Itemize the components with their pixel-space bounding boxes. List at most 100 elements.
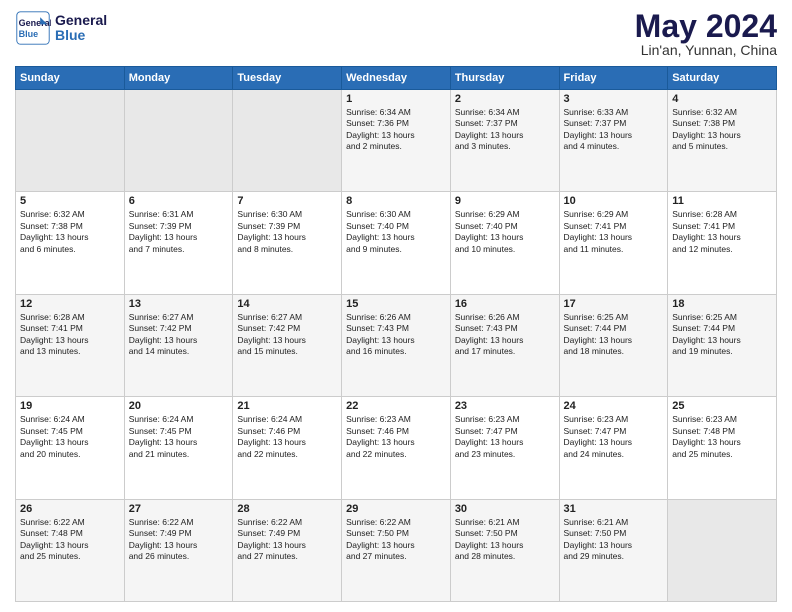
day-info: Sunrise: 6:26 AMSunset: 7:43 PMDaylight:… — [346, 312, 446, 358]
day-number: 11 — [672, 195, 772, 207]
calendar-cell: 15Sunrise: 6:26 AMSunset: 7:43 PMDayligh… — [342, 294, 451, 396]
calendar-cell: 30Sunrise: 6:21 AMSunset: 7:50 PMDayligh… — [450, 499, 559, 601]
calendar-cell: 9 Sunrise: 6:29 AMSunset: 7:40 PMDaylight… — [450, 192, 559, 294]
title-section: May 2024 Lin'an, Yunnan, China — [635, 10, 777, 58]
day-info: Sunrise: 6:25 AMSunset: 7:44 PMDaylight:… — [564, 312, 664, 358]
day-number: 12 — [20, 298, 120, 310]
calendar-cell — [124, 90, 233, 192]
logo-line2: Blue — [55, 28, 107, 43]
day-info: Sunrise: 6:25 AMSunset: 7:44 PMDaylight:… — [672, 312, 772, 358]
day-info: Sunrise: 6:22 AMSunset: 7:49 PMDaylight:… — [237, 517, 337, 563]
day-number: 4 — [672, 93, 772, 105]
calendar-cell: 3 Sunrise: 6:33 AMSunset: 7:37 PMDaylight… — [559, 90, 668, 192]
day-number: 31 — [564, 503, 664, 515]
calendar-cell: 24 Sunrise: 6:23 AMSunset: 7:47 PMDayligh… — [559, 397, 668, 499]
day-info: Sunrise: 6:23 AMSunset: 7:48 PMDaylight:… — [672, 414, 772, 460]
day-info: Sunrise: 6:22 AMSunset: 7:48 PMDaylight:… — [20, 517, 120, 563]
day-info: Sunrise: 6:21 AMSunset: 7:50 PMDaylight:… — [564, 517, 664, 563]
calendar-cell — [233, 90, 342, 192]
day-number: 8 — [346, 195, 446, 207]
day-info: Sunrise: 6:30 AMSunset: 7:39 PMDaylight:… — [237, 209, 337, 255]
day-info: Sunrise: 6:28 AMSunset: 7:41 PMDaylight:… — [672, 209, 772, 255]
calendar-cell: 11 Sunrise: 6:28 AMSunset: 7:41 PMDayligh… — [668, 192, 777, 294]
day-number: 13 — [129, 298, 229, 310]
calendar-cell: 27 Sunrise: 6:22 AMSunset: 7:49 PMDayligh… — [124, 499, 233, 601]
calendar-cell: 29 Sunrise: 6:22 AMSunset: 7:50 PMDayligh… — [342, 499, 451, 601]
day-number: 27 — [129, 503, 229, 515]
calendar-cell: 22Sunrise: 6:23 AMSunset: 7:46 PMDayligh… — [342, 397, 451, 499]
calendar-cell: 2 Sunrise: 6:34 AMSunset: 7:37 PMDaylight… — [450, 90, 559, 192]
calendar-body: 1 Sunrise: 6:34 AMSunset: 7:36 PMDaylight… — [16, 90, 777, 602]
weekday-header-thursday: Thursday — [450, 67, 559, 90]
day-info: Sunrise: 6:22 AMSunset: 7:49 PMDaylight:… — [129, 517, 229, 563]
day-info: Sunrise: 6:27 AMSunset: 7:42 PMDaylight:… — [237, 312, 337, 358]
calendar-cell: 18 Sunrise: 6:25 AMSunset: 7:44 PMDayligh… — [668, 294, 777, 396]
calendar-cell: 7Sunrise: 6:30 AMSunset: 7:39 PMDaylight… — [233, 192, 342, 294]
day-number: 5 — [20, 195, 120, 207]
day-number: 18 — [672, 298, 772, 310]
weekday-header-row: SundayMondayTuesdayWednesdayThursdayFrid… — [16, 67, 777, 90]
day-number: 19 — [20, 400, 120, 412]
svg-text:Blue: Blue — [19, 29, 39, 39]
calendar-week-4: 19 Sunrise: 6:24 AMSunset: 7:45 PMDayligh… — [16, 397, 777, 499]
header: General Blue General Blue May 2024 Lin'a… — [15, 10, 777, 58]
day-number: 24 — [564, 400, 664, 412]
day-number: 23 — [455, 400, 555, 412]
logo-text: General Blue — [55, 13, 107, 44]
day-number: 26 — [20, 503, 120, 515]
calendar-cell: 5 Sunrise: 6:32 AMSunset: 7:38 PMDaylight… — [16, 192, 125, 294]
day-number: 2 — [455, 93, 555, 105]
day-number: 16 — [455, 298, 555, 310]
day-number: 14 — [237, 298, 337, 310]
day-info: Sunrise: 6:26 AMSunset: 7:43 PMDaylight:… — [455, 312, 555, 358]
day-info: Sunrise: 6:23 AMSunset: 7:47 PMDaylight:… — [564, 414, 664, 460]
day-number: 29 — [346, 503, 446, 515]
calendar-title: May 2024 — [635, 10, 777, 42]
day-number: 17 — [564, 298, 664, 310]
calendar-cell: 21Sunrise: 6:24 AMSunset: 7:46 PMDayligh… — [233, 397, 342, 499]
calendar-cell: 13 Sunrise: 6:27 AMSunset: 7:42 PMDayligh… — [124, 294, 233, 396]
day-info: Sunrise: 6:29 AMSunset: 7:40 PMDaylight:… — [455, 209, 555, 255]
calendar-table: SundayMondayTuesdayWednesdayThursdayFrid… — [15, 66, 777, 602]
day-number: 30 — [455, 503, 555, 515]
calendar-cell: 14 Sunrise: 6:27 AMSunset: 7:42 PMDayligh… — [233, 294, 342, 396]
day-info: Sunrise: 6:24 AMSunset: 7:45 PMDaylight:… — [20, 414, 120, 460]
calendar-cell: 17 Sunrise: 6:25 AMSunset: 7:44 PMDayligh… — [559, 294, 668, 396]
day-info: Sunrise: 6:32 AMSunset: 7:38 PMDaylight:… — [672, 107, 772, 153]
calendar-cell: 25 Sunrise: 6:23 AMSunset: 7:48 PMDayligh… — [668, 397, 777, 499]
day-number: 6 — [129, 195, 229, 207]
calendar-week-2: 5 Sunrise: 6:32 AMSunset: 7:38 PMDaylight… — [16, 192, 777, 294]
weekday-header-tuesday: Tuesday — [233, 67, 342, 90]
calendar-cell: 31 Sunrise: 6:21 AMSunset: 7:50 PMDayligh… — [559, 499, 668, 601]
day-number: 9 — [455, 195, 555, 207]
calendar-week-1: 1 Sunrise: 6:34 AMSunset: 7:36 PMDaylight… — [16, 90, 777, 192]
day-number: 20 — [129, 400, 229, 412]
day-info: Sunrise: 6:34 AMSunset: 7:37 PMDaylight:… — [455, 107, 555, 153]
day-info: Sunrise: 6:29 AMSunset: 7:41 PMDaylight:… — [564, 209, 664, 255]
calendar-cell: 23Sunrise: 6:23 AMSunset: 7:47 PMDayligh… — [450, 397, 559, 499]
logo-line1: General — [55, 13, 107, 28]
day-number: 10 — [564, 195, 664, 207]
day-info: Sunrise: 6:30 AMSunset: 7:40 PMDaylight:… — [346, 209, 446, 255]
calendar-cell: 16 Sunrise: 6:26 AMSunset: 7:43 PMDayligh… — [450, 294, 559, 396]
day-info: Sunrise: 6:34 AMSunset: 7:36 PMDaylight:… — [346, 107, 446, 153]
day-info: Sunrise: 6:24 AMSunset: 7:45 PMDaylight:… — [129, 414, 229, 460]
day-number: 25 — [672, 400, 772, 412]
logo: General Blue General Blue — [15, 10, 107, 46]
calendar-cell: 28 Sunrise: 6:22 AMSunset: 7:49 PMDayligh… — [233, 499, 342, 601]
day-number: 1 — [346, 93, 446, 105]
day-number: 3 — [564, 93, 664, 105]
day-number: 22 — [346, 400, 446, 412]
calendar-header: SundayMondayTuesdayWednesdayThursdayFrid… — [16, 67, 777, 90]
weekday-header-friday: Friday — [559, 67, 668, 90]
day-info: Sunrise: 6:33 AMSunset: 7:37 PMDaylight:… — [564, 107, 664, 153]
day-number: 28 — [237, 503, 337, 515]
calendar-cell: 10 Sunrise: 6:29 AMSunset: 7:41 PMDayligh… — [559, 192, 668, 294]
day-info: Sunrise: 6:32 AMSunset: 7:38 PMDaylight:… — [20, 209, 120, 255]
calendar-cell: 8 Sunrise: 6:30 AMSunset: 7:40 PMDaylight… — [342, 192, 451, 294]
weekday-header-sunday: Sunday — [16, 67, 125, 90]
calendar-week-5: 26 Sunrise: 6:22 AMSunset: 7:48 PMDayligh… — [16, 499, 777, 601]
day-info: Sunrise: 6:27 AMSunset: 7:42 PMDaylight:… — [129, 312, 229, 358]
day-number: 21 — [237, 400, 337, 412]
day-info: Sunrise: 6:22 AMSunset: 7:50 PMDaylight:… — [346, 517, 446, 563]
